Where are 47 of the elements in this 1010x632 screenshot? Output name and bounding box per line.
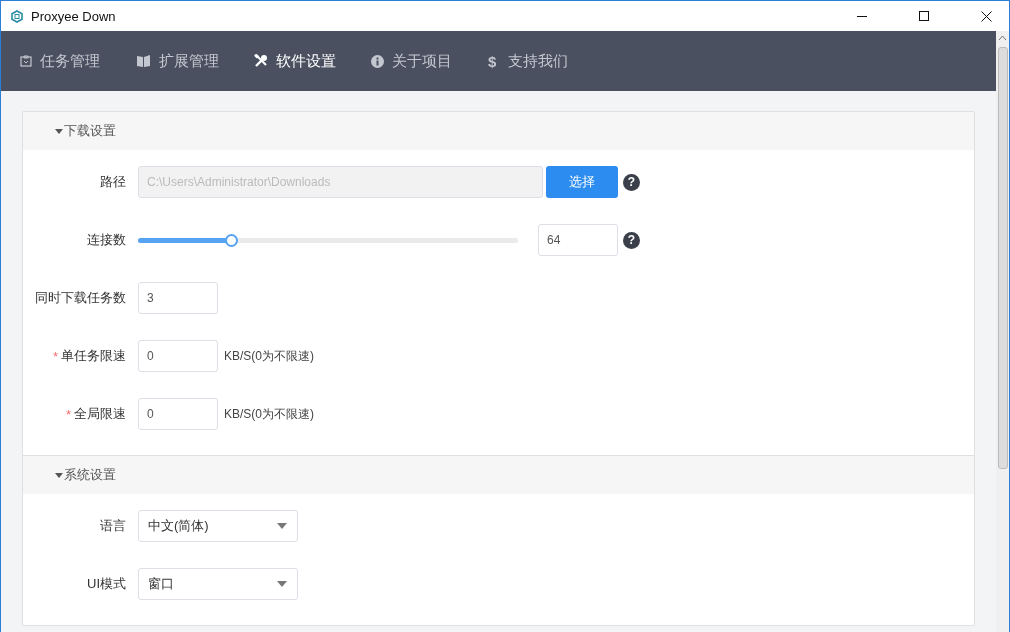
- section-header[interactable]: 下载设置: [23, 112, 974, 150]
- nav-tab[interactable]: 关于项目: [352, 51, 469, 71]
- tab-label: 软件设置: [276, 51, 336, 71]
- clipboard-icon: [20, 55, 32, 67]
- maximize-icon[interactable]: [919, 11, 929, 21]
- scrollbar[interactable]: [996, 31, 1009, 632]
- number-field[interactable]: 0: [138, 340, 218, 372]
- field-label: 同时下载任务数: [35, 289, 126, 307]
- number-field[interactable]: 64: [538, 224, 618, 256]
- field-label: 语言: [100, 517, 126, 535]
- dropdown[interactable]: 窗口: [138, 568, 298, 600]
- close-icon[interactable]: [981, 10, 992, 22]
- window-title: Proxyee Down: [31, 8, 116, 24]
- required-mark: *: [52, 348, 58, 364]
- unit-label: KB/S(0为不限速): [224, 405, 314, 423]
- tab-label: 关于项目: [392, 51, 452, 71]
- unit-label: KB/S(0为不限速): [224, 347, 314, 365]
- nav-tab[interactable]: 扩展管理: [118, 51, 235, 71]
- field-label: 路径: [100, 173, 126, 191]
- required-mark: *: [65, 406, 71, 422]
- section-title: 下载设置: [64, 122, 116, 140]
- tab-label: 支持我们: [508, 51, 568, 71]
- nav-tab[interactable]: 任务管理: [1, 51, 118, 71]
- app-logo-icon: [11, 9, 23, 23]
- nav-tab[interactable]: 软件设置: [235, 51, 352, 71]
- dollar-icon: $: [488, 52, 500, 70]
- book-icon: [137, 55, 151, 67]
- field-label: 全局限速: [74, 405, 126, 423]
- tab-label: 任务管理: [40, 51, 100, 71]
- scrollbar-thumb[interactable]: [997, 47, 1008, 469]
- dropdown-caret-icon: [277, 581, 287, 587]
- field-label: 连接数: [87, 231, 126, 249]
- dropdown-caret-icon: [277, 523, 287, 529]
- section-header[interactable]: 系统设置: [23, 455, 974, 494]
- scroll-up-icon[interactable]: [998, 35, 1007, 41]
- section-title: 系统设置: [64, 466, 116, 484]
- number-field[interactable]: 3: [138, 282, 218, 314]
- slider-thumb[interactable]: [225, 233, 239, 247]
- field-label: 单任务限速: [61, 347, 126, 365]
- info-icon: [371, 54, 384, 68]
- number-field[interactable]: 0: [138, 398, 218, 430]
- field-label: UI模式: [87, 575, 126, 593]
- tab-label: 扩展管理: [159, 51, 219, 71]
- tools-icon: [254, 54, 268, 68]
- help-icon[interactable]: ?: [623, 231, 640, 249]
- nav-tab[interactable]: $ 支持我们: [469, 51, 586, 71]
- dropdown[interactable]: 中文(简体): [138, 510, 298, 542]
